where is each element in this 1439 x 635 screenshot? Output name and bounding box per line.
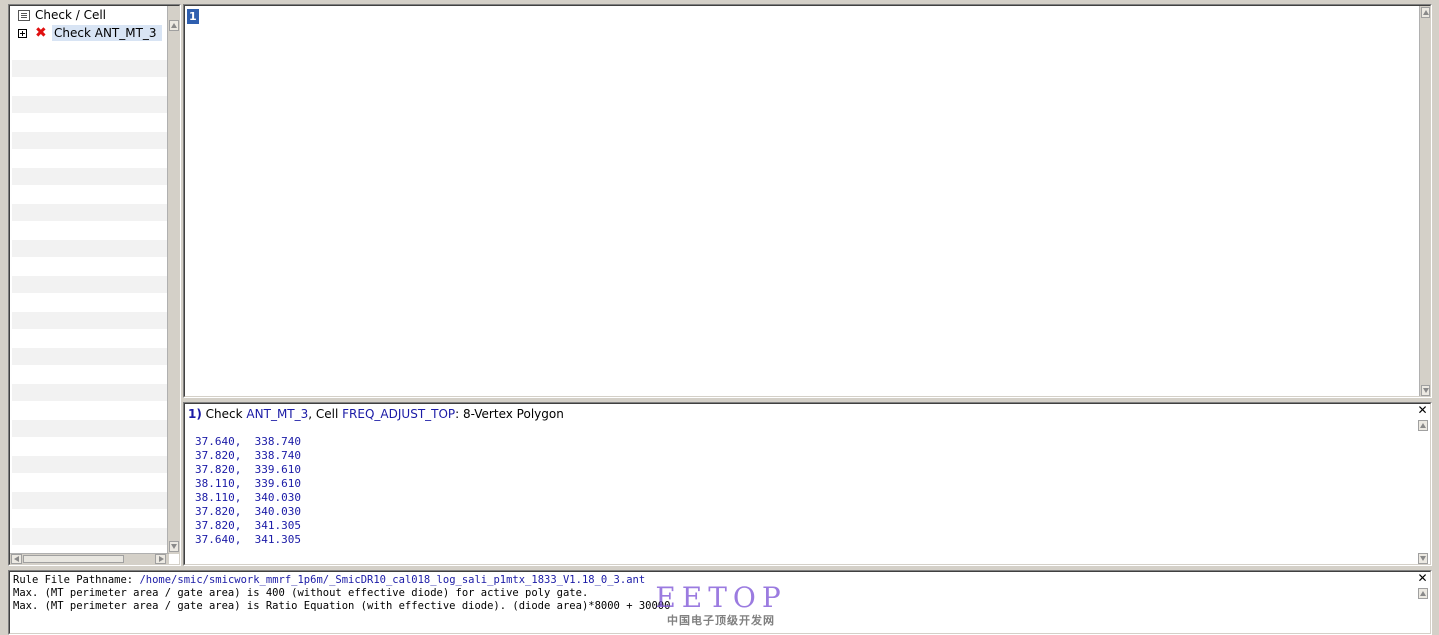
- tree-item-check[interactable]: ✖ Check ANT_MT_3: [12, 24, 167, 42]
- tree-header: Check / Cell: [12, 7, 167, 23]
- tree-header-label: Check / Cell: [35, 8, 107, 22]
- tree-empty-row: [12, 438, 167, 455]
- scroll-down-arrow-icon[interactable]: [1418, 553, 1428, 564]
- result-detail: 1) Check ANT_MT_3, Cell FREQ_ADJUST_TOP:…: [184, 403, 1431, 565]
- tree-empty-row: [12, 60, 167, 77]
- expand-plus-icon[interactable]: [18, 28, 27, 38]
- tree-empty-row: [12, 294, 167, 311]
- scroll-right-arrow-icon[interactable]: [155, 554, 166, 564]
- scroll-up-arrow-icon[interactable]: [1421, 7, 1430, 18]
- tree-empty-row: [12, 132, 167, 149]
- scroll-up-arrow-icon[interactable]: [169, 20, 179, 31]
- tree-empty-row: [12, 258, 167, 275]
- scroll-left-arrow-icon[interactable]: [11, 554, 22, 564]
- coordinate-row: 37.640, 338.740: [195, 435, 301, 448]
- tree-empty-row: [12, 330, 167, 347]
- rule-file-path[interactable]: /home/smic/smicwork_mmrf_1p6m/_SmicDR10_…: [139, 574, 645, 586]
- tree-empty-row: [12, 168, 167, 185]
- tree-view[interactable]: Check / Cell ✖ Check ANT_MT_3: [9, 5, 180, 565]
- coordinate-list: 37.640, 338.740 37.820, 338.740 37.820, 33…: [195, 435, 301, 547]
- check-cell-tree-pane: Check / Cell ✖ Check ANT_MT_3: [8, 4, 181, 566]
- tree-empty-row: [12, 240, 167, 257]
- close-icon[interactable]: ✕: [1417, 572, 1428, 584]
- coordinate-row: 37.820, 338.740: [195, 449, 301, 462]
- tree-empty-row: [12, 510, 167, 527]
- detail-title: 1) Check ANT_MT_3, Cell FREQ_ADJUST_TOP:…: [188, 407, 564, 421]
- rule-info-pane: Rule File Pathname: /home/smic/smicwork_…: [8, 570, 1432, 635]
- scroll-down-arrow-icon[interactable]: [169, 541, 179, 552]
- tree-horizontal-scrollbar[interactable]: [10, 553, 169, 564]
- coordinate-row: 37.820, 339.610: [195, 463, 301, 476]
- tree-empty-row: [12, 348, 167, 365]
- result-item-selected[interactable]: 1: [187, 9, 199, 24]
- coordinate-row: 37.820, 340.030: [195, 505, 301, 518]
- scroll-up-arrow-icon[interactable]: [1418, 420, 1428, 431]
- coordinate-row: 37.820, 341.305: [195, 519, 301, 532]
- tree-empty-row: [12, 474, 167, 491]
- tree-vertical-scrollbar[interactable]: [167, 6, 179, 554]
- rule-text: Rule File Pathname: /home/smic/smicwork_…: [13, 574, 670, 613]
- detail-shape-desc: : 8-Vertex Polygon: [455, 407, 564, 421]
- rule-line-2: Max. (MT perimeter area / gate area) is …: [13, 600, 671, 612]
- detail-check-name[interactable]: ANT_MT_3: [246, 407, 308, 421]
- scroll-thumb[interactable]: [23, 555, 124, 563]
- tree-empty-row: [12, 276, 167, 293]
- coordinate-row: 37.640, 341.305: [195, 533, 301, 546]
- results-vertical-scrollbar[interactable]: [1419, 6, 1430, 396]
- tree-empty-row: [12, 366, 167, 383]
- detail-cell-name[interactable]: FREQ_ADJUST_TOP: [342, 407, 455, 421]
- rule-line-1: Max. (MT perimeter area / gate area) is …: [13, 587, 589, 599]
- close-icon[interactable]: ✕: [1417, 404, 1428, 416]
- tree-empty-row: [12, 420, 167, 437]
- tree-empty-row: [12, 42, 167, 59]
- result-detail-pane: 1) Check ANT_MT_3, Cell FREQ_ADJUST_TOP:…: [183, 402, 1432, 566]
- tree-empty-row: [12, 528, 167, 545]
- coordinate-row: 38.110, 339.610: [195, 477, 301, 490]
- list-icon: [18, 9, 30, 21]
- rule-path-label: Rule File Pathname:: [13, 574, 140, 586]
- error-x-icon: ✖: [35, 25, 47, 41]
- detail-vertical-scrollbar[interactable]: ✕: [1417, 404, 1430, 564]
- rule-info: Rule File Pathname: /home/smic/smicwork_…: [9, 571, 1431, 634]
- tree-empty-row: [12, 312, 167, 329]
- detail-index: 1): [188, 407, 202, 421]
- detail-cell-word: , Cell: [308, 407, 339, 421]
- rule-vertical-scrollbar[interactable]: ✕: [1417, 572, 1430, 633]
- tree-empty-row: [12, 114, 167, 131]
- tree-empty-row: [12, 402, 167, 419]
- tree-empty-row: [12, 78, 167, 95]
- tree-item-label[interactable]: Check ANT_MT_3: [52, 25, 162, 41]
- tree-empty-row: [12, 492, 167, 509]
- tree-empty-row: [12, 150, 167, 167]
- tree-empty-row: [12, 384, 167, 401]
- tree-empty-row: [12, 96, 167, 113]
- tree-empty-row: [12, 456, 167, 473]
- tree-empty-row: [12, 186, 167, 203]
- scroll-up-arrow-icon[interactable]: [1418, 588, 1428, 599]
- results-list-pane: 1: [183, 4, 1432, 398]
- results-list[interactable]: 1: [184, 5, 1431, 397]
- tree-empty-row: [12, 222, 167, 239]
- scroll-down-arrow-icon[interactable]: [1421, 385, 1430, 396]
- detail-check-word: Check: [205, 407, 243, 421]
- tree-empty-row: [12, 204, 167, 221]
- coordinate-row: 38.110, 340.030: [195, 491, 301, 504]
